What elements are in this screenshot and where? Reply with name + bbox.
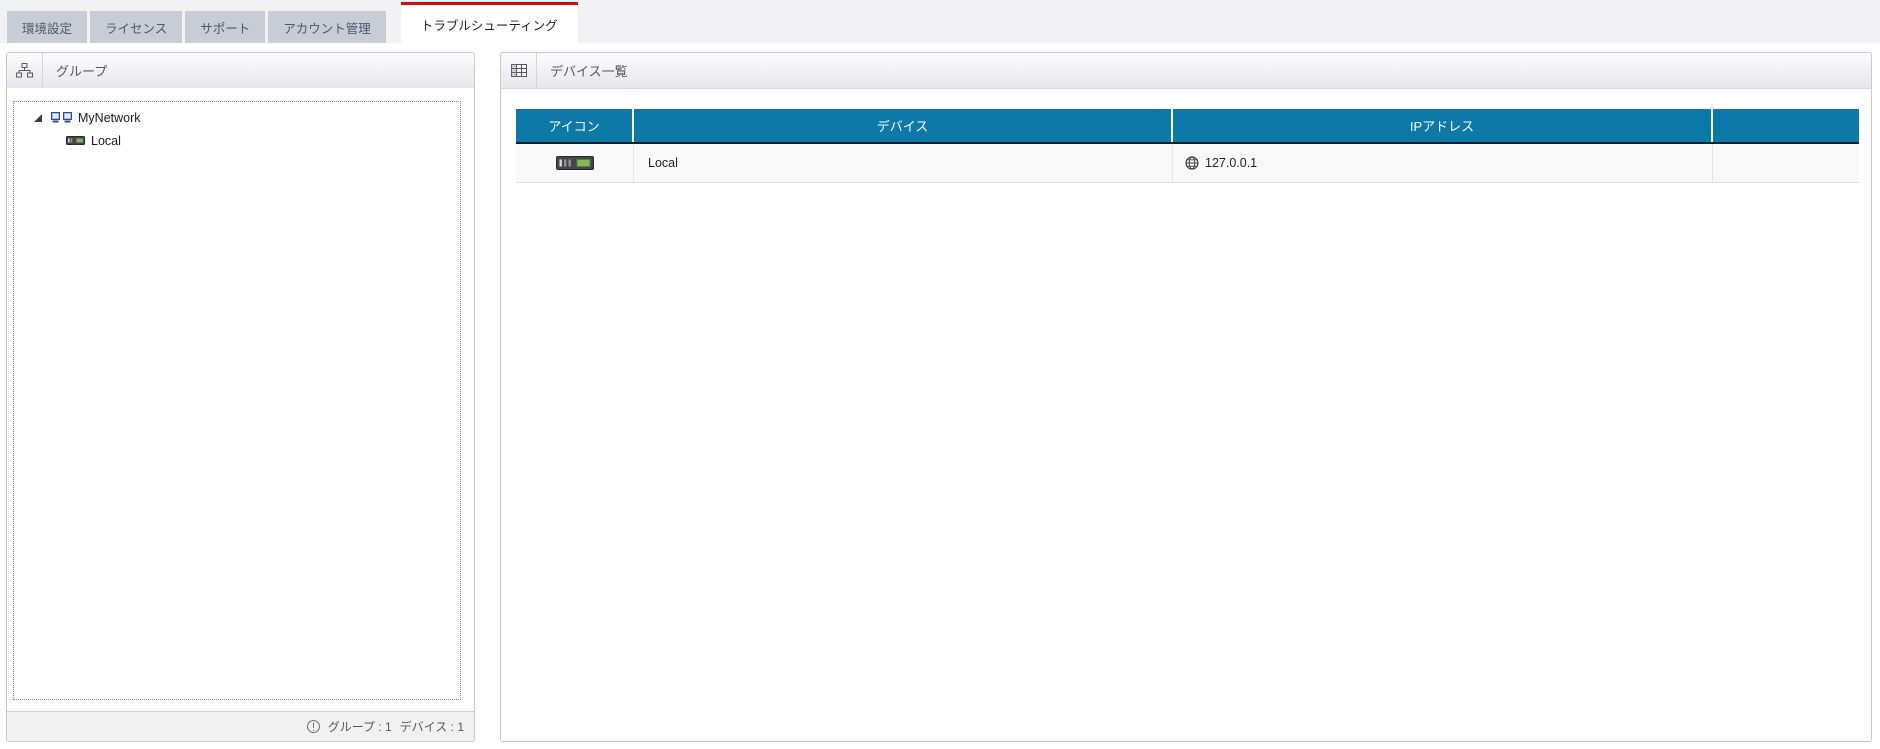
group-tree: MyNetwork Local bbox=[13, 101, 461, 700]
device-count: デバイス : 1 bbox=[399, 720, 464, 734]
row-spacer-cell bbox=[1713, 144, 1859, 182]
column-header-spacer bbox=[1713, 109, 1859, 142]
device-panel-title: デバイス一覧 bbox=[550, 64, 628, 79]
device-panel-header: デバイス一覧 bbox=[501, 53, 1871, 89]
tree-node-mynetwork[interactable]: MyNetwork bbox=[14, 106, 460, 129]
tab-environment-settings[interactable]: 環境設定 bbox=[7, 11, 88, 43]
rack-server-icon bbox=[555, 156, 594, 170]
sitemap-icon bbox=[16, 63, 33, 78]
group-panel: グループ MyNetwork Local グループ: 1 デバイス: 1 bbox=[6, 52, 475, 742]
device-name-cell: Local bbox=[634, 144, 1173, 182]
rack-server-icon bbox=[66, 136, 85, 145]
table-grid-icon bbox=[510, 64, 527, 77]
column-header-device[interactable]: デバイス bbox=[634, 109, 1173, 142]
tab-support[interactable]: サポート bbox=[185, 11, 266, 43]
info-icon bbox=[306, 720, 320, 733]
ip-address-cell: 127.0.0.1 bbox=[1173, 144, 1713, 182]
tab-license[interactable]: ライセンス bbox=[90, 11, 183, 43]
tab-strip: 環境設定 ライセンス サポート アカウント管理 トラブルシューティング bbox=[0, 0, 1880, 43]
group-count: グループ : 1 bbox=[327, 720, 392, 734]
table-row[interactable]: Local 127.0.0.1 bbox=[516, 144, 1859, 183]
ip-address-text: 127.0.0.1 bbox=[1205, 156, 1258, 170]
tree-node-label[interactable]: MyNetwork bbox=[78, 111, 141, 125]
network-computers-icon bbox=[51, 111, 72, 124]
device-icon-cell bbox=[516, 144, 634, 182]
tree-node-label[interactable]: Local bbox=[91, 134, 121, 148]
tab-account-management[interactable]: アカウント管理 bbox=[268, 11, 386, 43]
globe-icon bbox=[1185, 156, 1199, 170]
column-header-icon[interactable]: アイコン bbox=[516, 109, 634, 142]
device-table-header: アイコン デバイス IPアドレス bbox=[516, 109, 1859, 144]
group-panel-header: グループ bbox=[7, 53, 474, 89]
group-status-bar: グループ : 1 デバイス : 1 bbox=[7, 711, 474, 741]
device-list-panel: デバイス一覧 アイコン デバイス IPアドレス Local 127.0.0.1 bbox=[500, 52, 1872, 742]
group-panel-title: グループ bbox=[56, 64, 108, 79]
group-panel-icon-cell bbox=[7, 53, 43, 88]
device-panel-icon-cell bbox=[501, 53, 537, 88]
expander-icon[interactable] bbox=[34, 113, 42, 122]
device-table: アイコン デバイス IPアドレス Local 127.0.0.1 bbox=[516, 109, 1859, 183]
column-header-ip-address[interactable]: IPアドレス bbox=[1173, 109, 1713, 142]
group-tree-area: MyNetwork Local bbox=[7, 88, 474, 711]
tree-node-local[interactable]: Local bbox=[14, 129, 460, 152]
tab-troubleshooting[interactable]: トラブルシューティング bbox=[400, 2, 578, 43]
